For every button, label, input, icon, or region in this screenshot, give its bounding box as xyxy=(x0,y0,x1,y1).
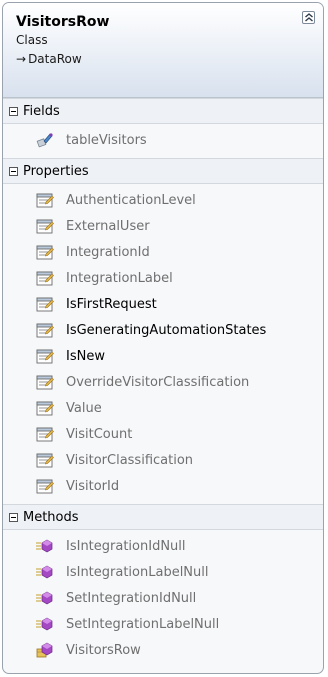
property-item[interactable]: AuthenticationLevel xyxy=(3,187,323,213)
inheritance-arrow-icon: → xyxy=(16,52,27,66)
field-label: tableVisitors xyxy=(66,132,147,148)
property-item[interactable]: IntegrationLabel xyxy=(3,265,323,291)
method-label: SetIntegrationIdNull xyxy=(66,590,197,606)
method-label: VisitorsRow xyxy=(66,642,141,658)
property-icon xyxy=(35,321,55,339)
property-icon xyxy=(35,347,55,365)
property-icon xyxy=(35,425,55,443)
constructor-icon xyxy=(35,641,55,659)
property-icon xyxy=(35,477,55,495)
method-icon xyxy=(35,615,55,633)
property-item[interactable]: IsFirstRequest xyxy=(3,291,323,317)
method-label: IsIntegrationLabelNull xyxy=(66,564,209,580)
method-label: IsIntegrationIdNull xyxy=(66,538,186,554)
method-item[interactable]: SetIntegrationLabelNull xyxy=(3,611,323,637)
method-icon xyxy=(35,589,55,607)
property-item[interactable]: VisitCount xyxy=(3,421,323,447)
property-label: IntegrationId xyxy=(66,244,150,260)
method-item[interactable]: IsIntegrationLabelNull xyxy=(3,559,323,585)
method-label: SetIntegrationLabelNull xyxy=(66,616,220,632)
property-icon xyxy=(35,399,55,417)
property-item[interactable]: IsNew xyxy=(3,343,323,369)
section-title: Fields xyxy=(23,103,60,119)
property-label: Value xyxy=(66,400,102,416)
method-item[interactable]: VisitorsRow xyxy=(3,637,323,663)
methods-list: IsIntegrationIdNull IsIntegrationLabelNul… xyxy=(3,530,323,668)
property-item[interactable]: OverrideVisitorClassification xyxy=(3,369,323,395)
class-header: VisitorsRow Class → DataRow xyxy=(3,3,323,98)
property-label: IsNew xyxy=(66,348,105,364)
property-label: AuthenticationLevel xyxy=(66,192,196,208)
property-label: OverrideVisitorClassification xyxy=(66,374,250,390)
property-item[interactable]: ExternalUser xyxy=(3,213,323,239)
collapse-toggle-icon[interactable] xyxy=(9,512,18,522)
method-icon xyxy=(35,563,55,581)
property-label: IsGeneratingAutomationStates xyxy=(66,322,267,338)
property-label: VisitorClassification xyxy=(66,452,194,468)
property-icon xyxy=(35,191,55,209)
property-label: IntegrationLabel xyxy=(66,270,173,286)
collapse-toggle-icon[interactable] xyxy=(9,166,18,176)
method-icon xyxy=(35,537,55,555)
property-icon xyxy=(35,269,55,287)
section-title: Methods xyxy=(23,509,79,525)
class-shape[interactable]: VisitorsRow Class → DataRow Fields tableV… xyxy=(2,2,324,674)
property-label: IsFirstRequest xyxy=(66,296,157,312)
property-item[interactable]: IsGeneratingAutomationStates xyxy=(3,317,323,343)
section-title: Properties xyxy=(23,163,89,179)
property-label: VisitorId xyxy=(66,478,120,494)
property-item[interactable]: Value xyxy=(3,395,323,421)
collapse-shape-button[interactable] xyxy=(302,11,315,24)
section-header-methods[interactable]: Methods xyxy=(3,504,323,530)
field-icon xyxy=(35,131,55,149)
base-class: → DataRow xyxy=(16,51,323,67)
method-item[interactable]: SetIntegrationIdNull xyxy=(3,585,323,611)
field-item[interactable]: tableVisitors xyxy=(3,127,323,153)
section-header-fields[interactable]: Fields xyxy=(3,98,323,124)
property-item[interactable]: IntegrationId xyxy=(3,239,323,265)
property-label: VisitCount xyxy=(66,426,133,442)
property-icon xyxy=(35,217,55,235)
property-icon xyxy=(35,451,55,469)
collapse-toggle-icon[interactable] xyxy=(9,106,18,116)
method-item[interactable]: IsIntegrationIdNull xyxy=(3,533,323,559)
properties-list: AuthenticationLevel ExternalUser Integrati… xyxy=(3,184,323,504)
chevron-up-double-icon xyxy=(305,13,313,22)
property-item[interactable]: VisitorId xyxy=(3,473,323,499)
property-icon xyxy=(35,243,55,261)
property-label: ExternalUser xyxy=(66,218,150,234)
property-icon xyxy=(35,295,55,313)
property-icon xyxy=(35,373,55,391)
class-kind: Class xyxy=(16,33,48,47)
property-item[interactable]: VisitorClassification xyxy=(3,447,323,473)
section-header-properties[interactable]: Properties xyxy=(3,158,323,184)
class-name: VisitorsRow xyxy=(16,14,110,30)
base-class-name: DataRow xyxy=(28,52,82,66)
fields-list: tableVisitors xyxy=(3,124,323,158)
